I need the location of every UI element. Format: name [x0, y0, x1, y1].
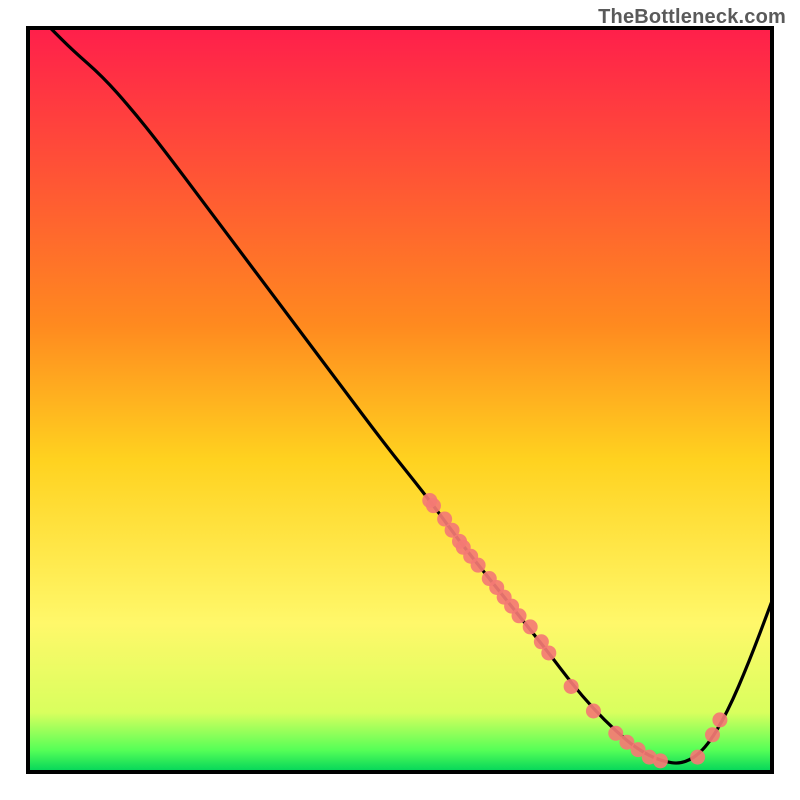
highlight-point	[523, 619, 538, 634]
highlight-point	[712, 712, 727, 727]
highlight-point	[541, 645, 556, 660]
highlight-point	[512, 608, 527, 623]
highlight-point	[586, 703, 601, 718]
highlight-point	[690, 750, 705, 765]
highlight-point	[471, 558, 486, 573]
highlight-point	[705, 727, 720, 742]
attribution-label: TheBottleneck.com	[598, 6, 786, 29]
highlight-point	[426, 498, 441, 513]
chart-container: TheBottleneck.com	[0, 0, 800, 800]
highlight-point	[564, 679, 579, 694]
chart-svg	[0, 0, 800, 800]
plot-area	[28, 28, 772, 772]
highlight-point	[653, 753, 668, 768]
